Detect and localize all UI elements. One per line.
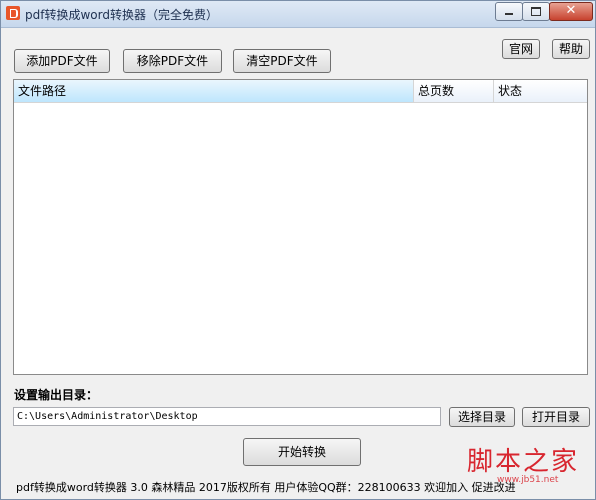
- clear-pdf-button[interactable]: 清空PDF文件: [233, 49, 331, 73]
- output-dir-label: 设置输出目录：: [14, 388, 99, 402]
- app-window: pdf转换成word转换器（完全免费） ✕ 添加PDF文件 移除PDF文件 清空…: [0, 0, 596, 500]
- official-site-button[interactable]: 官网: [502, 39, 540, 59]
- pdf-app-icon: [6, 6, 20, 20]
- help-button[interactable]: 帮助: [552, 39, 590, 59]
- column-header-total-pages[interactable]: 总页数: [414, 80, 494, 102]
- maximize-button[interactable]: [522, 2, 550, 21]
- title-bar[interactable]: pdf转换成word转换器（完全免费） ✕: [1, 1, 595, 28]
- add-pdf-button[interactable]: 添加PDF文件: [14, 49, 110, 73]
- watermark-logo: 脚本之家 www.jb51.net: [447, 441, 587, 497]
- column-header-file-path[interactable]: 文件路径: [14, 80, 414, 102]
- maximize-icon: [531, 7, 541, 16]
- close-button[interactable]: ✕: [549, 2, 593, 21]
- open-directory-button[interactable]: 打开目录: [522, 407, 590, 427]
- close-icon: ✕: [565, 3, 577, 18]
- output-path-input[interactable]: [13, 407, 441, 426]
- remove-pdf-button[interactable]: 移除PDF文件: [123, 49, 222, 73]
- watermark-url: www.jb51.net: [497, 475, 559, 485]
- table-header: 文件路径 总页数 状态: [14, 80, 587, 103]
- minimize-icon: [505, 13, 513, 15]
- file-list-table[interactable]: 文件路径 总页数 状态: [13, 79, 588, 375]
- window-title: pdf转换成word转换器（完全免费）: [25, 8, 218, 22]
- choose-directory-button[interactable]: 选择目录: [449, 407, 515, 427]
- watermark-brand: 脚本之家: [467, 447, 580, 477]
- minimize-button[interactable]: [495, 2, 523, 21]
- start-convert-button[interactable]: 开始转换: [243, 438, 361, 466]
- footer-info: pdf转换成word转换器 3.0 森林精品 2017版权所有 用户体验QQ群：…: [16, 481, 516, 494]
- column-header-status[interactable]: 状态: [494, 80, 587, 102]
